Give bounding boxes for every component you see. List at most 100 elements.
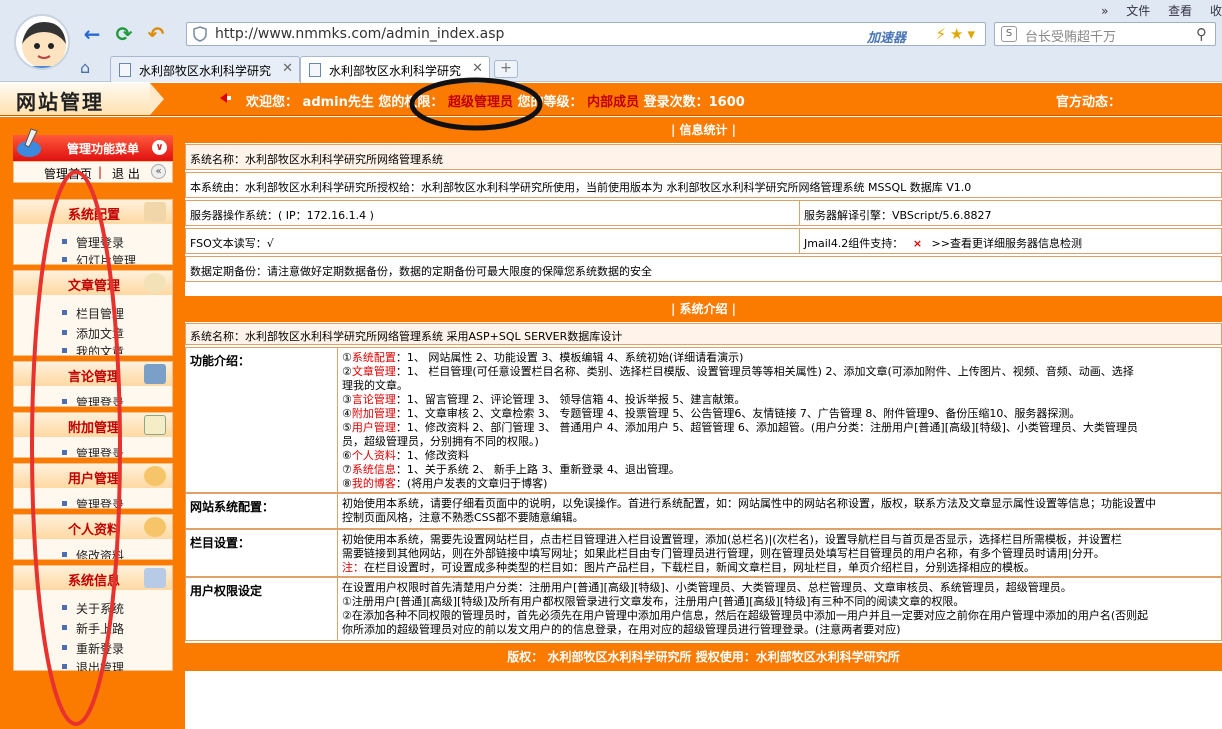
address-bar[interactable]: http://www.nmmks.com/admin_index.asp 加速器… bbox=[186, 22, 986, 46]
menu-item-columns[interactable]: 栏目管理 bbox=[62, 305, 124, 322]
stats-system-name: 系统名称：水利部牧区水利科学研究所网络管理系统 bbox=[185, 144, 1222, 170]
home-icon[interactable]: ⌂ bbox=[80, 58, 90, 77]
stats-server-row: 服务器操作系统：( IP：172.16.1.4 ) 服务器解译引擎：VBScri… bbox=[185, 200, 1222, 226]
welcome-arrow-icon bbox=[220, 93, 231, 103]
checklist-icon bbox=[144, 415, 166, 435]
menu-view[interactable]: 查看 bbox=[1168, 4, 1192, 18]
user-icon bbox=[144, 466, 166, 486]
module-name: 系统信息 bbox=[351, 463, 396, 476]
desc-line: 初始使用本系统，请要仔细看页面中的说明，以免误操作。首进行系统配置，如：网站属性… bbox=[342, 497, 1156, 510]
function-line: 理我的文章。 bbox=[342, 379, 1221, 393]
menu-file[interactable]: 文件 bbox=[1126, 4, 1150, 18]
stats-backup: 数据定期备份：请注意做好定期数据备份，数据的定期备份可最大限度的保障您系统数据的… bbox=[185, 256, 1222, 282]
intro-permission-row: 用户权限设定 在设置用户权限时首先清楚用户分类：注册用户[普通][高级][特级]… bbox=[185, 577, 1222, 641]
module-name: 附加管理 bbox=[351, 407, 396, 420]
collapse-icon[interactable]: ∨ bbox=[152, 140, 167, 155]
site-config-description: 初始使用本系统，请要仔细看页面中的说明，以免误操作。首进行系统配置，如：网站属性… bbox=[340, 494, 1222, 525]
jmail-cell: Jmail4.2组件支持： × >>查看更详细服务器信息检测 bbox=[800, 229, 1086, 253]
module-detail: ：(将用户发表的文章归于博客) bbox=[395, 477, 548, 490]
function-line: ⑦系统信息：1、关于系统 2、 新手上路 3、重新登录 4、退出管理。 bbox=[342, 463, 1221, 477]
menu-item-exit[interactable]: 退出管理 bbox=[62, 659, 124, 671]
menu-item-relogin[interactable]: 重新登录 bbox=[62, 640, 124, 657]
column-description: 初始使用本系统，需要先设置网站栏目，点击栏目管理进入栏目设置管理，添加(总栏名)… bbox=[340, 530, 1222, 575]
module-detail: ：1、修改资料 bbox=[395, 449, 469, 462]
column-label: 栏目设置： bbox=[186, 530, 338, 576]
accelerator-label[interactable]: 加速器 bbox=[867, 27, 906, 46]
tab-title: 水利部牧区水利科学研究 bbox=[139, 64, 272, 78]
module-detail: ：1、文章审核 2、文章检索 3、 专题管理 4、投票管理 5、公告管理6、友情… bbox=[395, 407, 1081, 420]
menu-item-admin-login[interactable]: 管理登录 bbox=[62, 234, 124, 251]
server-check-link[interactable]: >>查看更详细服务器信息检测 bbox=[932, 237, 1082, 250]
more-chevron-icon[interactable]: » bbox=[1101, 4, 1108, 18]
line-number: ⑦ bbox=[342, 463, 352, 476]
admin-header: 网站管理 欢迎您： admin先生 您的权限： 超级管理员 您的等级： 内部成员… bbox=[0, 83, 1222, 116]
permission-label: 您的权限： bbox=[378, 95, 444, 110]
new-tab-button[interactable]: + bbox=[494, 60, 518, 78]
menu-section-users: 用户管理 管理登录 bbox=[13, 463, 173, 509]
module-name: 文章管理 bbox=[351, 365, 396, 378]
desc-line: 注：在栏目设置时，可设置成多种类型的栏目如：图片产品栏目，下载栏目，新闻文章栏目… bbox=[342, 561, 1221, 575]
search-input[interactable]: 台长受贿超千万 bbox=[1025, 26, 1116, 45]
refresh-icon[interactable]: ⟳ bbox=[112, 22, 136, 46]
menu-item-manage[interactable]: 管理登录 bbox=[62, 445, 124, 457]
menu-item-getting-started[interactable]: 新手上路 bbox=[62, 620, 124, 637]
close-icon[interactable]: ✕ bbox=[472, 61, 483, 76]
footer: 版权： 水利部牧区水利科学研究所 授权使用：水利部牧区水利科学研究所 bbox=[185, 643, 1222, 671]
link-separator: | bbox=[98, 165, 103, 179]
module-name: 个人资料 bbox=[351, 449, 396, 462]
function-line: ①系统配置：1、 网站属性 2、功能设置 3、模板编辑 4、系统初始(详细请看演… bbox=[342, 351, 1221, 365]
printer-icon bbox=[144, 364, 166, 384]
menu-section-articles: 文章管理 栏目管理 添加文章 我的文章 bbox=[13, 270, 173, 356]
function-line: 员，超级管理员，分别拥有不同的权限。) bbox=[342, 435, 1221, 449]
intro-column-row: 栏目设置： 初始使用本系统，需要先设置网站栏目，点击栏目管理进入栏目设置管理，添… bbox=[185, 529, 1222, 577]
welcome-label: 欢迎您： bbox=[246, 95, 299, 110]
url-text[interactable]: http://www.nmmks.com/admin_index.asp bbox=[215, 26, 504, 42]
module-name: 我的博客 bbox=[351, 477, 396, 490]
menu-quick-links: 管理首页 | 退 出 « bbox=[13, 161, 173, 183]
note-prefix: 注： bbox=[342, 561, 364, 574]
license-text: 本系统由：水利部牧区水利科学研究所授权给：水利部牧区水利科学研究所使用，当前使用… bbox=[190, 181, 972, 194]
menu-favorites[interactable]: 收 bbox=[1210, 4, 1222, 18]
avatar[interactable] bbox=[14, 14, 70, 70]
menu-item-manage[interactable]: 管理登录 bbox=[62, 496, 124, 508]
menu-item-edit-profile[interactable]: 修改资料 bbox=[62, 547, 124, 559]
module-detail: ：1、关于系统 2、 新手上路 3、重新登录 4、退出管理。 bbox=[395, 463, 680, 476]
desc-line: 初始使用本系统，需要先设置网站栏目，点击栏目管理进入栏目设置管理，添加(总栏名)… bbox=[342, 533, 1122, 546]
menu-item-add-article[interactable]: 添加文章 bbox=[62, 325, 124, 342]
tools-icon bbox=[144, 202, 166, 222]
intro-site-config-row: 网站系统配置： 初始使用本系统，请要仔细看页面中的说明，以免误操作。首进行系统配… bbox=[185, 493, 1222, 529]
search-engine-icon[interactable]: S bbox=[1001, 26, 1017, 42]
home-link[interactable]: 管理首页 bbox=[44, 165, 92, 182]
search-box[interactable]: S 台长受贿超千万 ⚲ bbox=[994, 22, 1216, 46]
level-value: 内部成员 bbox=[587, 95, 640, 110]
menu-item-my-articles[interactable]: 我的文章 bbox=[62, 343, 124, 355]
back-arrow-icon[interactable]: ← bbox=[80, 22, 104, 46]
license-label: 授权使用： bbox=[695, 650, 756, 664]
search-icon[interactable]: ⚲ bbox=[1196, 25, 1207, 43]
license-value: 水利部牧区水利科学研究所 bbox=[755, 650, 900, 664]
system-name-text: 系统名称：水利部牧区水利科学研究所网络管理系统 bbox=[190, 153, 443, 166]
function-line: ③言论管理：1、留言管理 2、评论管理 3、 领导信箱 4、投诉举报 5、建言献… bbox=[342, 393, 1221, 407]
tab-2[interactable]: 水利部牧区水利科学研究 ✕ bbox=[300, 56, 490, 83]
menu-item-slideshow[interactable]: 幻灯片管理 bbox=[62, 252, 136, 264]
hide-sidebar-icon[interactable]: « bbox=[151, 164, 166, 179]
undo-icon[interactable]: ↶ bbox=[144, 22, 168, 46]
menu-section-system-config: 系统配置 管理登录 幻灯片管理 bbox=[13, 199, 173, 265]
line-number: ⑤ bbox=[342, 421, 352, 434]
desc-line: 在设置用户权限时首先清楚用户分类：注册用户[普通][高级][特级]、小类管理员、… bbox=[342, 581, 1072, 594]
tab-1[interactable]: 水利部牧区水利科学研究 ✕ bbox=[110, 56, 300, 82]
level-label: 您的等级： bbox=[517, 95, 583, 110]
server-os-text: 服务器操作系统：( IP：172.16.1.4 ) bbox=[186, 201, 800, 225]
menu-item-about[interactable]: 关于系统 bbox=[62, 600, 124, 617]
intro-header: | 系统介绍 | bbox=[185, 296, 1222, 322]
cross-icon: × bbox=[912, 237, 923, 250]
welcome-text: 欢迎您： admin先生 您的权限： 超级管理员 您的等级： 内部成员 登录次数… bbox=[246, 91, 745, 110]
close-icon[interactable]: ✕ bbox=[282, 61, 293, 76]
line-number: ⑧ bbox=[342, 477, 352, 490]
menu-header: 管理功能菜单 ∨ bbox=[13, 128, 173, 161]
menu-brush-icon bbox=[17, 128, 41, 157]
module-detail: 员，超级管理员，分别拥有不同的权限。) bbox=[342, 435, 539, 448]
favorite-star-icon[interactable]: ⚡★▾ bbox=[935, 25, 979, 43]
logout-link[interactable]: 退 出 bbox=[112, 165, 140, 182]
menu-item-manage[interactable]: 管理登录 bbox=[62, 394, 124, 406]
